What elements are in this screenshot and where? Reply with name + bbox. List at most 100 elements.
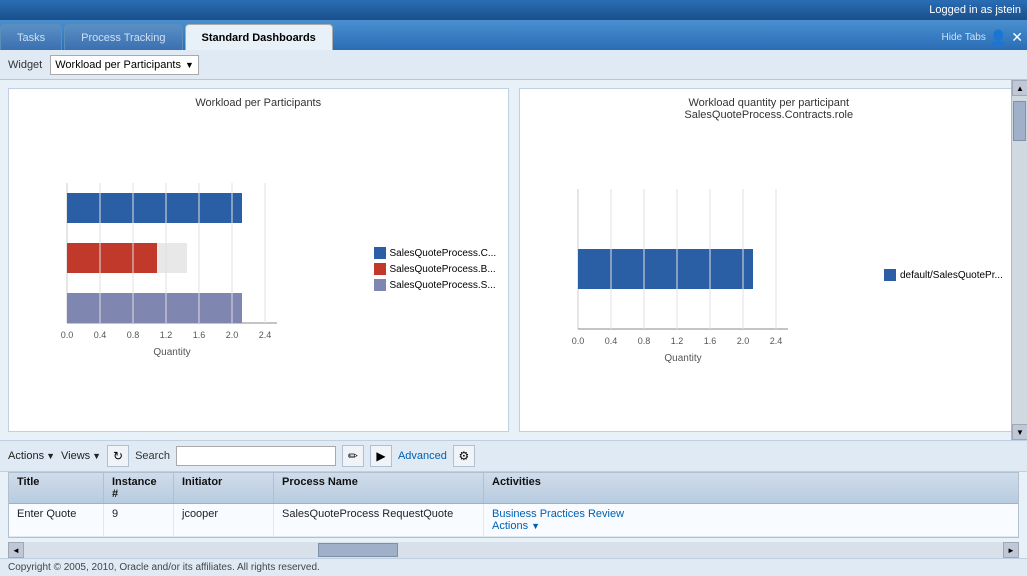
right-chart-legend: default/SalesQuotePr... — [880, 269, 1010, 281]
legend-item-1: SalesQuoteProcess.C... — [374, 247, 500, 259]
col-header-process[interactable]: Process Name — [274, 473, 484, 503]
left-chart-title: Workload per Participants — [17, 97, 500, 109]
views-button[interactable]: Views ▼ — [61, 450, 101, 462]
bar-3 — [67, 293, 242, 323]
hide-tabs-button[interactable]: Hide Tabs — [942, 32, 986, 43]
left-chart-panel: Workload per Participants — [8, 88, 509, 432]
cell-activities: Business Practices Review Actions ▼ — [484, 504, 1018, 536]
row-actions-arrow-icon: ▼ — [531, 521, 540, 531]
widget-dropdown-value: Workload per Participants — [55, 59, 181, 71]
cell-title: Enter Quote — [9, 504, 104, 536]
tab-tasks-label: Tasks — [17, 32, 45, 44]
hscroll-thumb[interactable] — [318, 543, 398, 557]
horizontal-scrollbar[interactable]: ◄ ► — [8, 542, 1019, 558]
scroll-left-button[interactable]: ◄ — [8, 542, 24, 558]
svg-text:0.4: 0.4 — [94, 330, 107, 340]
legend-color-2 — [374, 263, 386, 275]
cell-instance: 9 — [104, 504, 174, 536]
left-chart-legend: SalesQuoteProcess.C... SalesQuoteProcess… — [370, 247, 500, 291]
right-chart-inner: 0.0 0.4 0.8 1.2 1.6 2.0 2.4 — [528, 127, 1011, 423]
svg-text:1.2: 1.2 — [670, 336, 683, 346]
legend-item-3: SalesQuoteProcess.S... — [374, 279, 500, 291]
right-chart-svg: 0.0 0.4 0.8 1.2 1.6 2.0 2.4 — [528, 169, 881, 382]
widget-label: Widget — [8, 59, 42, 71]
edit-icon[interactable]: ✏ — [342, 445, 364, 467]
scroll-right-button[interactable]: ► — [1003, 542, 1019, 558]
col-header-initiator[interactable]: Initiator — [174, 473, 274, 503]
scroll-right-icon: ► — [1007, 546, 1015, 555]
views-arrow-icon: ▼ — [92, 451, 101, 461]
svg-text:0.0: 0.0 — [61, 330, 74, 340]
scroll-down-button[interactable]: ▼ — [1012, 424, 1027, 440]
left-chart-svg: 0.0 0.4 0.8 1.2 1.6 2.0 2.4 — [17, 163, 370, 376]
svg-text:2.0: 2.0 — [226, 330, 239, 340]
scroll-up-button[interactable]: ▲ — [1012, 80, 1027, 96]
right-legend-item-1: default/SalesQuotePr... — [884, 269, 1010, 281]
activities-link[interactable]: Business Practices Review — [492, 508, 624, 520]
right-chart-panel: Workload quantity per participant SalesQ… — [519, 88, 1020, 432]
bar-1 — [67, 193, 242, 223]
tab-standard-dashboards-label: Standard Dashboards — [202, 32, 316, 44]
right-chart-title: Workload quantity per participant SalesQ… — [528, 97, 1011, 121]
main-content: Workload per Participants — [0, 80, 1027, 558]
right-chart-visualization: 0.0 0.4 0.8 1.2 1.6 2.0 2.4 — [528, 169, 798, 379]
tab-tasks[interactable]: Tasks — [0, 24, 62, 50]
right-bar-1 — [578, 249, 753, 289]
cell-process: SalesQuoteProcess RequestQuote — [274, 504, 484, 536]
legend-label-3: SalesQuoteProcess.S... — [390, 280, 496, 291]
bar-2 — [67, 243, 157, 273]
bar-2b — [157, 243, 187, 273]
table-header: Title Instance # Initiator Process Name … — [9, 473, 1018, 504]
row-actions-dropdown[interactable]: Actions ▼ — [492, 520, 1010, 532]
data-table: Title Instance # Initiator Process Name … — [8, 472, 1019, 538]
hscroll-track — [24, 542, 1003, 558]
search-input[interactable] — [176, 446, 336, 466]
vertical-scrollbar[interactable]: ▲ ▼ — [1011, 80, 1027, 440]
left-chart-visualization: 0.0 0.4 0.8 1.2 1.6 2.0 2.4 — [17, 163, 287, 373]
svg-text:2.0: 2.0 — [736, 336, 749, 346]
col-header-title[interactable]: Title — [9, 473, 104, 503]
col-header-instance[interactable]: Instance # — [104, 473, 174, 503]
legend-label-2: SalesQuoteProcess.B... — [390, 264, 496, 275]
right-chart-title-1: Workload quantity per participant — [528, 97, 1011, 109]
person-icon[interactable]: 👤 — [990, 29, 1007, 46]
tab-process-tracking[interactable]: Process Tracking — [64, 24, 182, 50]
left-chart-inner: 0.0 0.4 0.8 1.2 1.6 2.0 2.4 — [17, 115, 500, 423]
tab-standard-dashboards[interactable]: Standard Dashboards — [185, 24, 333, 50]
actions-button[interactable]: Actions ▼ — [8, 450, 55, 462]
scroll-left-icon: ◄ — [12, 546, 20, 555]
logged-in-text: Logged in as jstein — [929, 4, 1021, 16]
search-label: Search — [135, 450, 170, 462]
cell-initiator: jcooper — [174, 504, 274, 536]
refresh-button[interactable]: ↻ — [107, 445, 129, 467]
footer-text: Copyright © 2005, 2010, Oracle and/or it… — [8, 562, 320, 573]
advanced-link[interactable]: Advanced — [398, 450, 447, 462]
legend-color-3 — [374, 279, 386, 291]
widget-dropdown[interactable]: Workload per Participants ▼ — [50, 55, 199, 75]
close-icon[interactable]: ✕ — [1011, 29, 1023, 46]
play-icon[interactable]: ▶ — [370, 445, 392, 467]
toolbar: Actions ▼ Views ▼ ↻ Search ✏ ▶ Advanced … — [0, 440, 1027, 472]
actions-arrow-icon: ▼ — [46, 451, 55, 461]
col-header-activities[interactable]: Activities — [484, 473, 1018, 503]
svg-text:Quantity: Quantity — [153, 347, 190, 358]
scroll-down-icon: ▼ — [1016, 428, 1024, 437]
svg-text:2.4: 2.4 — [769, 336, 782, 346]
charts-area: Workload per Participants — [0, 80, 1027, 440]
top-bar: Logged in as jstein — [0, 0, 1027, 20]
legend-label-1: SalesQuoteProcess.C... — [390, 248, 497, 259]
svg-text:0.4: 0.4 — [604, 336, 617, 346]
svg-text:0.0: 0.0 — [571, 336, 584, 346]
legend-color-1 — [374, 247, 386, 259]
settings-icon[interactable]: ⚙ — [453, 445, 475, 467]
dropdown-arrow-icon: ▼ — [185, 60, 194, 70]
scroll-thumb[interactable] — [1013, 101, 1026, 141]
svg-text:1.2: 1.2 — [160, 330, 173, 340]
right-legend-label-1: default/SalesQuotePr... — [900, 270, 1003, 281]
widget-bar: Widget Workload per Participants ▼ — [0, 50, 1027, 80]
row-actions-label: Actions — [492, 520, 528, 532]
svg-text:Quantity: Quantity — [664, 353, 701, 364]
legend-item-2: SalesQuoteProcess.B... — [374, 263, 500, 275]
svg-text:2.4: 2.4 — [259, 330, 272, 340]
views-label: Views — [61, 450, 90, 462]
